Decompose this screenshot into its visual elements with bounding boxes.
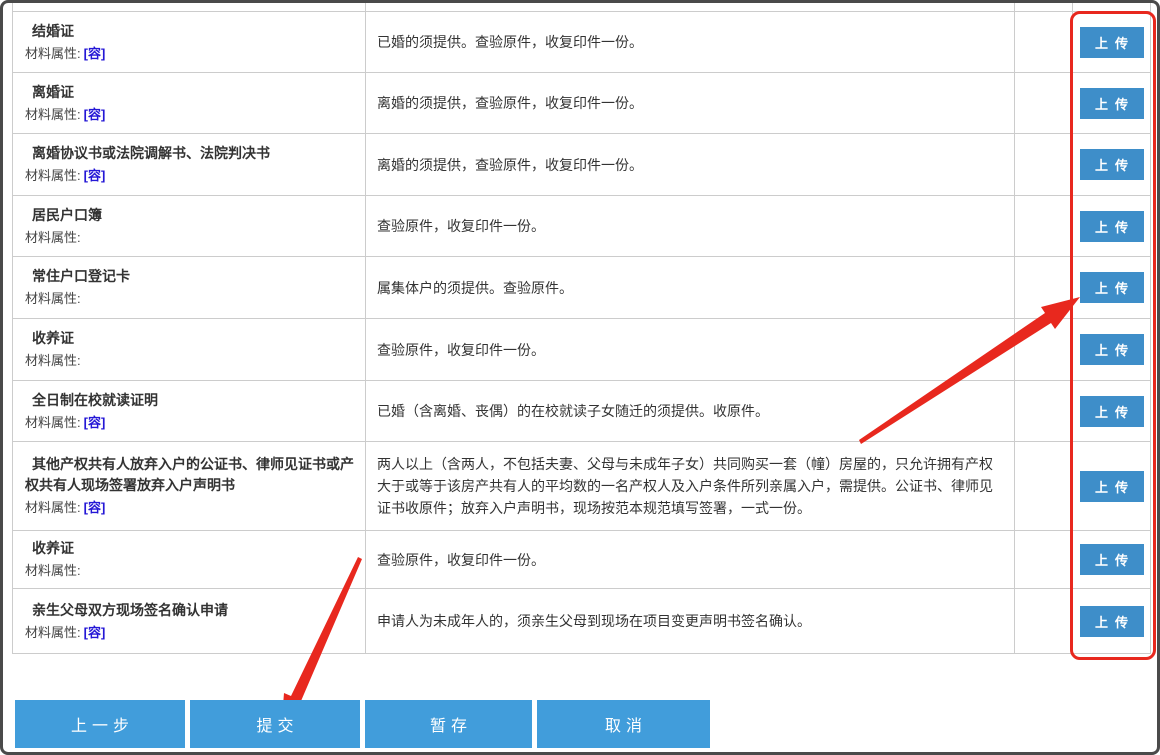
upload-button[interactable]: 上传 bbox=[1080, 334, 1144, 365]
material-name: 其他产权共有人放弃入户的公证书、律师见证书或产权共有人现场签署放弃入户声明书 bbox=[25, 454, 355, 496]
spacer-cell bbox=[1015, 73, 1073, 133]
material-attr: 材料属性:[容] bbox=[25, 105, 355, 125]
material-attr-label: 材料属性: bbox=[25, 230, 81, 245]
upload-button[interactable]: 上传 bbox=[1080, 27, 1144, 58]
spacer-cell bbox=[1015, 319, 1073, 380]
material-attr: 材料属性: bbox=[25, 561, 355, 581]
spacer-cell bbox=[1015, 589, 1073, 653]
material-description: 属集体户的须提供。查验原件。 bbox=[377, 277, 573, 299]
material-attr: 材料属性:[容] bbox=[25, 498, 355, 518]
material-attr: 材料属性: bbox=[25, 351, 355, 371]
material-name: 收养证 bbox=[25, 328, 355, 349]
material-attr-link[interactable]: [容] bbox=[84, 107, 106, 122]
spacer-cell bbox=[1015, 196, 1073, 256]
material-attr-label: 材料属性: bbox=[25, 563, 81, 578]
material-attr-label: 材料属性: bbox=[25, 168, 81, 183]
material-description: 已婚（含离婚、丧偶）的在校就读子女随迁的须提供。收原件。 bbox=[377, 400, 769, 422]
upload-button[interactable]: 上传 bbox=[1080, 149, 1144, 180]
table-row: 离婚证 材料属性:[容] 离婚的须提供，查验原件，收复印件一份。 上传 bbox=[13, 73, 1150, 134]
table-row: 常住户口登记卡 材料属性: 属集体户的须提供。查验原件。 上传 bbox=[13, 257, 1150, 319]
material-attr: 材料属性:[容] bbox=[25, 44, 355, 64]
spacer-cell bbox=[1015, 134, 1073, 195]
table-row: 居民户口簿 材料属性: 查验原件，收复印件一份。 上传 bbox=[13, 196, 1150, 257]
material-description: 查验原件，收复印件一份。 bbox=[377, 549, 545, 571]
table-row: 收养证 材料属性: 查验原件，收复印件一份。 上传 bbox=[13, 319, 1150, 381]
spacer-cell bbox=[1015, 381, 1073, 441]
material-attr-label: 材料属性: bbox=[25, 46, 81, 61]
upload-button[interactable]: 上传 bbox=[1080, 471, 1144, 502]
material-name: 亲生父母双方现场签名确认申请 bbox=[25, 600, 355, 621]
table-row: 收养证 材料属性: 查验原件，收复印件一份。 上传 bbox=[13, 531, 1150, 589]
upload-button[interactable]: 上传 bbox=[1080, 272, 1144, 303]
material-attr-link[interactable]: [容] bbox=[84, 500, 106, 515]
materials-table: 结婚证 材料属性:[容] 已婚的须提供。查验原件，收复印件一份。 上传 离婚证 … bbox=[12, 3, 1151, 654]
upload-button[interactable]: 上传 bbox=[1080, 396, 1144, 427]
material-name: 全日制在校就读证明 bbox=[25, 390, 355, 411]
cancel-button[interactable]: 取消 bbox=[537, 700, 710, 748]
table-row-partial bbox=[13, 3, 1150, 12]
table-row: 结婚证 材料属性:[容] 已婚的须提供。查验原件，收复印件一份。 上传 bbox=[13, 12, 1150, 73]
material-attr-label: 材料属性: bbox=[25, 353, 81, 368]
material-attr: 材料属性:[容] bbox=[25, 413, 355, 433]
material-description: 申请人为未成年人的，须亲生父母到现场在项目变更声明书签名确认。 bbox=[377, 610, 811, 632]
material-description: 查验原件，收复印件一份。 bbox=[377, 215, 545, 237]
material-name: 离婚协议书或法院调解书、法院判决书 bbox=[25, 143, 355, 164]
submit-button[interactable]: 提交 bbox=[190, 700, 360, 748]
material-name: 居民户口簿 bbox=[25, 205, 355, 226]
material-name: 结婚证 bbox=[25, 21, 355, 42]
spacer-cell bbox=[1015, 12, 1073, 72]
upload-button[interactable]: 上传 bbox=[1080, 606, 1144, 637]
material-description: 离婚的须提供，查验原件，收复印件一份。 bbox=[377, 92, 643, 114]
material-attr-link[interactable]: [容] bbox=[84, 415, 106, 430]
material-attr-label: 材料属性: bbox=[25, 625, 81, 640]
material-description: 离婚的须提供，查验原件，收复印件一份。 bbox=[377, 154, 643, 176]
material-attr-label: 材料属性: bbox=[25, 107, 81, 122]
material-attr-label: 材料属性: bbox=[25, 500, 81, 515]
spacer-cell bbox=[1015, 531, 1073, 588]
material-name: 离婚证 bbox=[25, 82, 355, 103]
upload-button[interactable]: 上传 bbox=[1080, 544, 1144, 575]
material-attr-label: 材料属性: bbox=[25, 291, 81, 306]
previous-step-button[interactable]: 上一步 bbox=[15, 700, 185, 748]
table-row: 离婚协议书或法院调解书、法院判决书 材料属性:[容] 离婚的须提供，查验原件，收… bbox=[13, 134, 1150, 196]
material-attr: 材料属性:[容] bbox=[25, 166, 355, 186]
upload-button[interactable]: 上传 bbox=[1080, 211, 1144, 242]
material-name: 收养证 bbox=[25, 538, 355, 559]
table-row: 全日制在校就读证明 材料属性:[容] 已婚（含离婚、丧偶）的在校就读子女随迁的须… bbox=[13, 381, 1150, 442]
upload-button[interactable]: 上传 bbox=[1080, 88, 1144, 119]
material-attr-link[interactable]: [容] bbox=[84, 168, 106, 183]
material-attr-link[interactable]: [容] bbox=[84, 625, 106, 640]
spacer-cell bbox=[1015, 442, 1073, 530]
material-attr: 材料属性:[容] bbox=[25, 623, 355, 643]
material-description: 两人以上（含两人，不包括夫妻、父母与未成年子女）共同购买一套（幢）房屋的，只允许… bbox=[377, 453, 1000, 519]
footer-actions: 上一步 提交 暂存 取消 bbox=[15, 700, 710, 748]
page: 结婚证 材料属性:[容] 已婚的须提供。查验原件，收复印件一份。 上传 离婚证 … bbox=[0, 0, 1160, 755]
material-name: 常住户口登记卡 bbox=[25, 266, 355, 287]
table-row: 其他产权共有人放弃入户的公证书、律师见证书或产权共有人现场签署放弃入户声明书 材… bbox=[13, 442, 1150, 531]
material-attr-link[interactable]: [容] bbox=[84, 46, 106, 61]
material-attr: 材料属性: bbox=[25, 228, 355, 248]
material-attr-label: 材料属性: bbox=[25, 415, 81, 430]
spacer-cell bbox=[1015, 257, 1073, 318]
material-description: 查验原件，收复印件一份。 bbox=[377, 339, 545, 361]
save-draft-button[interactable]: 暂存 bbox=[365, 700, 532, 748]
table-row: 亲生父母双方现场签名确认申请 材料属性:[容] 申请人为未成年人的，须亲生父母到… bbox=[13, 589, 1150, 654]
material-attr: 材料属性: bbox=[25, 289, 355, 309]
material-description: 已婚的须提供。查验原件，收复印件一份。 bbox=[377, 31, 643, 53]
